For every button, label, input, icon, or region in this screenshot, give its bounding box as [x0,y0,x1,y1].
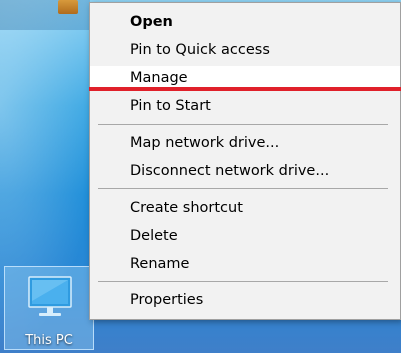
desktop-icon-this-pc[interactable]: This PC [4,266,94,350]
menu-separator [98,188,388,189]
this-pc-icon [28,276,72,316]
menu-item-pin-to-start[interactable]: Pin to Start [90,94,400,118]
desktop-icon-label: This PC [25,333,73,348]
context-menu: Open Pin to Quick access Manage Pin to S… [89,2,401,320]
manage-highlight-underline [89,87,401,91]
menu-separator [98,281,388,282]
menu-item-open[interactable]: Open [90,10,400,34]
menu-item-properties[interactable]: Properties [90,288,400,312]
menu-item-map-network-drive[interactable]: Map network drive... [90,131,400,155]
desktop-item-thumbnail [58,0,78,14]
menu-item-delete[interactable]: Delete [90,224,400,248]
menu-item-disconnect-network-drive[interactable]: Disconnect network drive... [90,159,400,183]
menu-separator [98,124,388,125]
menu-item-rename[interactable]: Rename [90,252,400,276]
menu-item-create-shortcut[interactable]: Create shortcut [90,196,400,220]
menu-item-pin-quick-access[interactable]: Pin to Quick access [90,38,400,62]
